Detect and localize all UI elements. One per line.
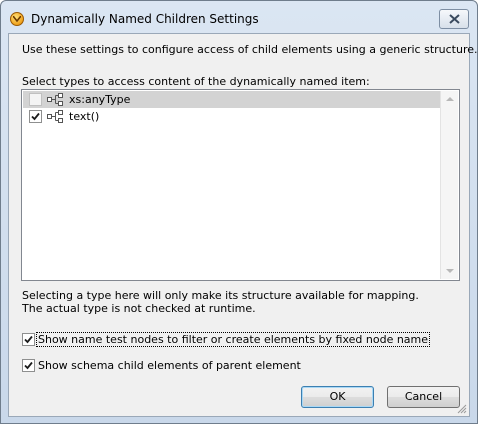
list-scrollbar[interactable]: [440, 91, 458, 279]
types-list-label: Select types to access content of the dy…: [22, 75, 370, 88]
resize-grip-icon[interactable]: [456, 403, 467, 414]
show-schema-children-label: Show schema child elements of parent ele…: [38, 359, 301, 372]
mapforce-logo-icon: [10, 12, 24, 26]
list-item-anytype[interactable]: xs:anyType: [23, 91, 444, 108]
text-checkbox[interactable]: [29, 110, 42, 123]
settings-dialog: Dynamically Named Children Settings Use …: [0, 0, 478, 424]
show-name-test-label: Show name test nodes to filter or create…: [35, 332, 431, 347]
anytype-checkbox[interactable]: [29, 93, 42, 106]
checkmark-icon: [24, 335, 33, 344]
window-title: Dynamically Named Children Settings: [31, 12, 259, 26]
info-text: Selecting a type here will only make its…: [22, 289, 419, 315]
anytype-label: xs:anyType: [69, 93, 131, 106]
checkmark-icon: [24, 361, 33, 370]
show-schema-children-checkbox[interactable]: [22, 359, 35, 372]
element-node-icon: [47, 110, 63, 123]
scroll-up-icon[interactable]: [446, 97, 454, 101]
show-name-test-checkbox[interactable]: [22, 333, 35, 346]
dialog-body: Use these settings to configure access o…: [8, 33, 478, 417]
checkmark-icon: [31, 112, 40, 121]
scroll-down-icon[interactable]: [446, 269, 454, 273]
show-schema-children-option[interactable]: Show schema child elements of parent ele…: [22, 358, 322, 374]
types-listbox[interactable]: xs:anyType text(): [21, 89, 460, 281]
cancel-button[interactable]: Cancel: [387, 386, 460, 408]
info-line-1: Selecting a type here will only make its…: [22, 289, 419, 302]
show-name-test-option[interactable]: Show name test nodes to filter or create…: [22, 332, 431, 348]
title-bar[interactable]: Dynamically Named Children Settings: [1, 1, 477, 37]
list-item-text[interactable]: text(): [23, 108, 444, 125]
intro-text: Use these settings to configure access o…: [22, 43, 478, 56]
element-node-icon: [47, 93, 63, 106]
ok-button[interactable]: OK: [301, 386, 374, 408]
close-button[interactable]: [439, 9, 469, 29]
info-line-2: The actual type is not checked at runtim…: [22, 302, 256, 315]
text-label: text(): [69, 110, 100, 123]
close-icon: [449, 14, 460, 24]
